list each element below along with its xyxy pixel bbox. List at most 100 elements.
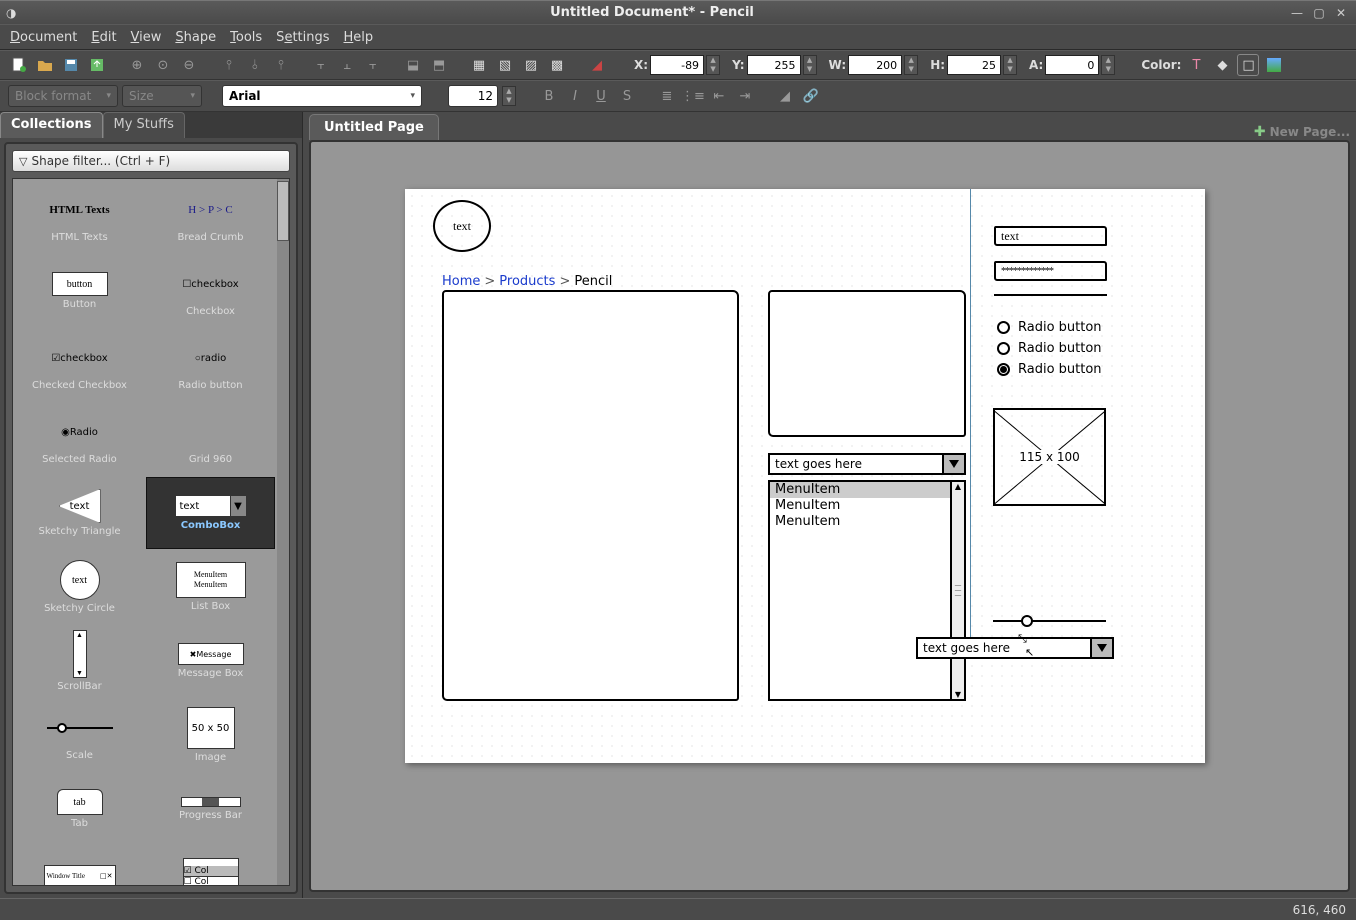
text-color-icon[interactable]: T	[1185, 54, 1207, 76]
save-icon[interactable]	[60, 54, 82, 76]
canvas-radio-group[interactable]: Radio button Radio button Radio button	[997, 320, 1102, 383]
canvas-breadcrumb[interactable]: Home>Products>Pencil	[442, 273, 612, 289]
shape-selected-radio[interactable]: ◉ RadioSelected Radio	[15, 403, 144, 475]
status-coords: 616, 460	[1293, 903, 1346, 917]
link-icon[interactable]: 🔗	[800, 85, 822, 107]
page-tab[interactable]: Untitled Page	[309, 114, 439, 140]
align-center-v-icon[interactable]: ⫠	[336, 54, 358, 76]
shape-tab[interactable]: tabTab	[15, 773, 144, 845]
zoom-out-icon[interactable]: ⊖	[178, 54, 200, 76]
palette-scrollbar[interactable]	[277, 179, 289, 885]
block-format-combo[interactable]: Block format▾	[8, 85, 118, 107]
maximize-button[interactable]: ▢	[1310, 6, 1328, 20]
menu-settings[interactable]: Settings	[276, 30, 329, 45]
titlebar: ◑ Untitled Document* - Pencil — ▢ ✕	[0, 0, 1356, 24]
a-input[interactable]	[1045, 55, 1099, 75]
clear-format-icon[interactable]: ◢	[774, 85, 796, 107]
paper: text Home>Products>Pencil text *********…	[405, 189, 1205, 763]
canvas-rect-1[interactable]	[442, 290, 739, 701]
shape-triangle[interactable]: textSketchy Triangle	[15, 477, 144, 549]
canvas[interactable]: text Home>Products>Pencil text *********…	[309, 140, 1350, 892]
shape-image[interactable]: 50 x 50Image	[146, 699, 275, 771]
distribute-h-icon[interactable]: ⬓	[402, 54, 424, 76]
shape-table[interactable]: ☑ Col☐ ColTable	[146, 847, 275, 886]
font-combo[interactable]: Arial▾	[222, 85, 422, 107]
stroke-color-icon[interactable]: ◆	[1211, 54, 1233, 76]
shapes-palette: HTML TextsHTML Texts H > P > CBread Crum…	[12, 178, 290, 886]
shape-htmltexts[interactable]: HTML TextsHTML Texts	[15, 181, 144, 253]
bold-icon[interactable]: B	[538, 85, 560, 107]
shape-button[interactable]: buttonButton	[15, 255, 144, 327]
align-bottom-icon[interactable]: ⫟	[362, 54, 384, 76]
shape-filter-input[interactable]: ▽Shape filter... (Ctrl + F)	[12, 150, 290, 172]
canvas-slider[interactable]	[993, 620, 1106, 622]
shape-grid960[interactable]: Grid 960	[146, 403, 275, 475]
minimize-button[interactable]: —	[1288, 6, 1306, 20]
shape-breadcrumb[interactable]: H > P > CBread Crumb	[146, 181, 275, 253]
align-right-icon[interactable]: ⫯	[270, 54, 292, 76]
h-input[interactable]	[947, 55, 1001, 75]
menu-view[interactable]: View	[131, 30, 162, 45]
shape-scrollbar[interactable]: ▲▼ScrollBar	[15, 625, 144, 697]
shape-checkbox[interactable]: ☐ checkboxCheckbox	[146, 255, 275, 327]
close-button[interactable]: ✕	[1332, 6, 1350, 20]
shape-messagebox[interactable]: ✖ MessageMessage Box	[146, 625, 275, 697]
fill-none-icon[interactable]: □	[1237, 54, 1259, 76]
shape-checked-checkbox[interactable]: ☑ checkboxChecked Checkbox	[15, 329, 144, 401]
canvas-combobox-2[interactable]: text goes here	[916, 637, 1114, 659]
new-icon[interactable]	[8, 54, 30, 76]
underline-icon[interactable]: U	[590, 85, 612, 107]
canvas-password-input[interactable]: *************	[994, 261, 1107, 281]
shape-radio[interactable]: ○ radioRadio button	[146, 329, 275, 401]
canvas-circle[interactable]: text	[433, 200, 491, 252]
distribute-v-icon[interactable]: ⬒	[428, 54, 450, 76]
number-list-icon[interactable]: ⋮≡	[682, 85, 704, 107]
align-top-icon[interactable]: ⫟	[310, 54, 332, 76]
zoom-reset-icon[interactable]: ⊙	[152, 54, 174, 76]
tab-collections[interactable]: Collections	[0, 112, 103, 138]
send-back-icon[interactable]: ▩	[546, 54, 568, 76]
menu-edit[interactable]: Edit	[91, 30, 116, 45]
menu-shape[interactable]: Shape	[175, 30, 216, 45]
canvas-listbox[interactable]: MenuItem MenuItem MenuItem ▲———▼	[768, 480, 966, 701]
x-label: X:	[634, 58, 648, 72]
shape-combobox[interactable]: text▼ComboBox	[146, 477, 275, 549]
align-center-h-icon[interactable]: ⫰	[244, 54, 266, 76]
new-page-button[interactable]: ✚New Page...	[1254, 124, 1350, 140]
tab-mystuffs[interactable]: My Stuffs	[103, 112, 185, 138]
bullet-list-icon[interactable]: ≣	[656, 85, 678, 107]
canvas-hr[interactable]	[994, 294, 1107, 296]
fontsize-input[interactable]: 12	[448, 85, 498, 107]
color-picker-icon[interactable]: ◢	[586, 54, 608, 76]
shape-listbox[interactable]: MenuItem MenuItemList Box	[146, 551, 275, 623]
indent-icon[interactable]: ⇥	[734, 85, 756, 107]
open-icon[interactable]	[34, 54, 56, 76]
menubar: DDocumentocument Edit View Shape Tools S…	[0, 24, 1356, 50]
send-backward-icon[interactable]: ▨	[520, 54, 542, 76]
italic-icon[interactable]: I	[564, 85, 586, 107]
canvas-combobox-1[interactable]: text goes here	[768, 453, 966, 475]
align-left-icon[interactable]: ⫯	[218, 54, 240, 76]
shape-scale[interactable]: Scale	[15, 699, 144, 771]
menu-help[interactable]: Help	[344, 30, 374, 45]
y-input[interactable]	[747, 55, 801, 75]
fill-color-icon[interactable]	[1263, 54, 1285, 76]
w-input[interactable]	[848, 55, 902, 75]
bring-forward-icon[interactable]: ▧	[494, 54, 516, 76]
size-combo[interactable]: Size▾	[122, 85, 202, 107]
shape-circle[interactable]: textSketchy Circle	[15, 551, 144, 623]
export-icon[interactable]	[86, 54, 108, 76]
canvas-image-placeholder[interactable]: 115 x 100	[993, 408, 1106, 506]
shape-window-frame[interactable]: Window Title□✕Windown Frame	[15, 847, 144, 886]
zoom-in-icon[interactable]: ⊕	[126, 54, 148, 76]
menu-tools[interactable]: Tools	[230, 30, 262, 45]
canvas-text-input[interactable]: text	[994, 226, 1107, 246]
x-input[interactable]	[650, 55, 704, 75]
bring-front-icon[interactable]: ▦	[468, 54, 490, 76]
outdent-icon[interactable]: ⇤	[708, 85, 730, 107]
shape-progressbar[interactable]: Progress Bar	[146, 773, 275, 845]
menu-document[interactable]: DDocumentocument	[10, 30, 77, 45]
format-toolbar: Block format▾ Size▾ Arial▾ 12▲▼ B I U S …	[0, 80, 1356, 112]
canvas-rect-2[interactable]	[768, 290, 966, 437]
strike-icon[interactable]: S	[616, 85, 638, 107]
